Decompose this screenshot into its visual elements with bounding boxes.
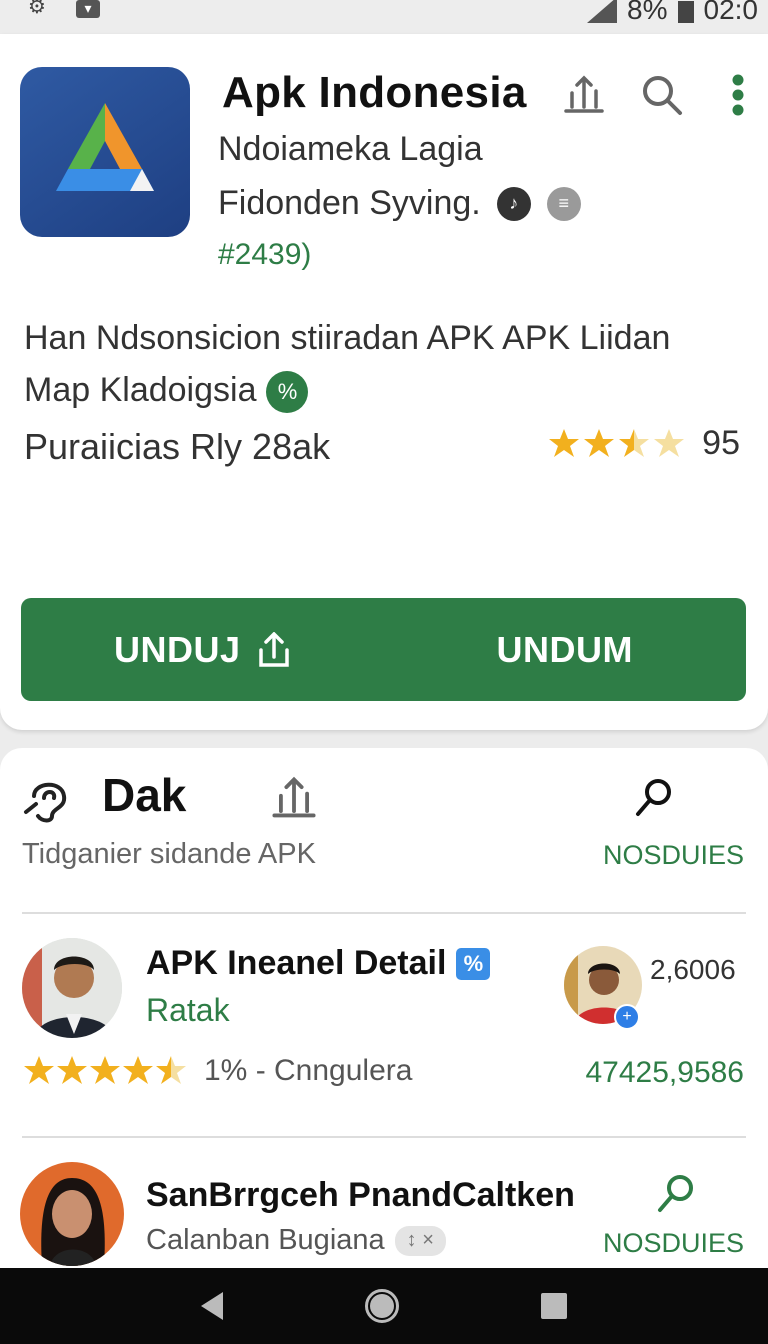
share-icon[interactable] — [556, 70, 612, 120]
row-subtitle-text: Calanban Bugiana — [146, 1224, 385, 1256]
battery-icon — [677, 1, 694, 23]
download-left-label: UNDUJ — [113, 628, 241, 670]
navigation-bar — [0, 1268, 768, 1344]
search-icon[interactable] — [632, 776, 676, 825]
avatar[interactable] — [22, 938, 122, 1038]
verified-icon: % — [456, 947, 491, 980]
battery-level: 8% — [627, 0, 668, 25]
divider — [22, 912, 746, 914]
row-meta: 1% - Cnngulera — [204, 1054, 413, 1087]
section-title: Dak — [102, 769, 187, 821]
more-options-icon[interactable] — [710, 70, 766, 120]
rating-value: 95 — [702, 424, 740, 462]
row-number: 47425,9586 — [585, 1056, 745, 1089]
row-title-text: APK Ineanel Detail — [146, 944, 447, 982]
music-badge-icon: ♪ — [496, 186, 531, 221]
notification-icon: ▾ — [76, 0, 100, 18]
back-icon[interactable] — [201, 1292, 223, 1320]
developer-name[interactable]: Fidonden Syving. — [218, 184, 481, 223]
download-button[interactable]: UNDUJ UNDUM — [21, 598, 746, 701]
rating-stars — [548, 427, 688, 461]
currency-badge-icon: ≡ — [546, 186, 581, 221]
recent-apps-icon[interactable] — [541, 1293, 567, 1319]
add-badge-icon: + — [614, 1004, 640, 1030]
ear-icon — [22, 772, 74, 829]
see-more-link[interactable]: NOSDUIES — [603, 840, 744, 871]
clock: 02:0 — [703, 0, 759, 25]
purchase-info: Puraiicias Rly 28ak — [24, 426, 331, 467]
section-subtitle: Tidganier sidande APK — [22, 838, 316, 870]
download-right-button[interactable]: UNDUM — [384, 629, 747, 671]
app-description: Han Ndsonsicion stiiradan APK APK Liidan… — [24, 312, 744, 416]
row-stars — [24, 1056, 186, 1084]
percent-badge-icon: % — [266, 371, 309, 414]
row-subtitle: Calanban Bugiana ↕ × — [146, 1224, 446, 1257]
signal-icon — [587, 0, 618, 23]
related-section: Dak Tidganier sidande APK NOSDUIES APK I… — [0, 748, 768, 1288]
row-subtitle: Ratak — [146, 992, 230, 1028]
app-count: #2439) — [218, 238, 312, 271]
row-title[interactable]: SanBrrgceh PnandCaltken — [146, 1176, 575, 1215]
settings-gear-icon: ⚙ — [28, 0, 46, 18]
divider — [22, 1136, 746, 1138]
search-icon[interactable] — [654, 1172, 698, 1221]
app-header-card: Apk Indonesia Ndoiameka Lagia Fidonden S… — [0, 34, 768, 730]
row-title[interactable]: APK Ineanel Detail % — [146, 944, 491, 983]
download-right-label: UNDUM — [496, 628, 633, 670]
app-subtitle: Ndoiameka Lagia — [218, 130, 483, 168]
download-left-button[interactable]: UNDUJ — [21, 629, 384, 671]
row-rating: 1% - Cnngulera — [24, 1054, 412, 1088]
see-more-link[interactable]: NOSDUIES — [603, 1228, 744, 1259]
search-icon[interactable] — [634, 70, 690, 120]
swap-pill-icon[interactable]: ↕ × — [394, 1225, 446, 1256]
rating: 95 — [548, 424, 740, 463]
share-icon[interactable] — [270, 776, 318, 825]
row-count: 2,6006 — [650, 954, 736, 985]
app-title: Apk Indonesia — [222, 68, 527, 117]
description-text: Han Ndsonsicion stiiradan APK APK Liidan… — [24, 319, 671, 409]
app-icon — [20, 67, 190, 237]
avatar[interactable] — [20, 1162, 124, 1266]
home-icon[interactable] — [365, 1289, 399, 1323]
status-bar: ⚙ ▾ 8% 02:0 — [0, 0, 768, 30]
